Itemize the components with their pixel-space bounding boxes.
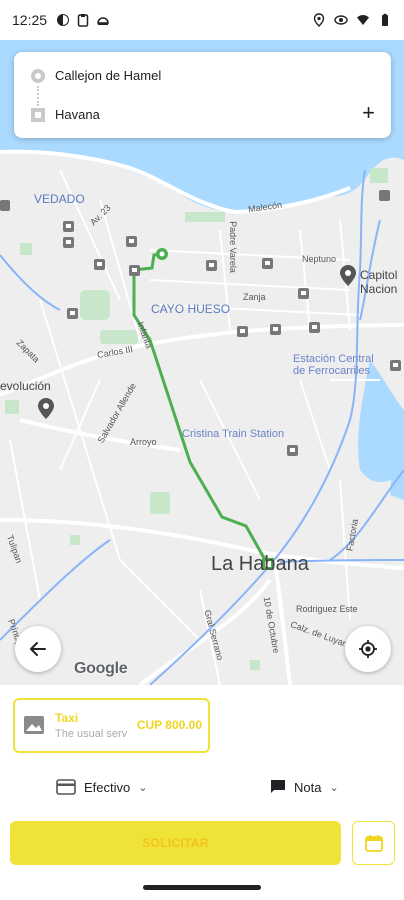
schedule-button[interactable] bbox=[352, 821, 395, 865]
note-select[interactable]: Nota ⌄ bbox=[270, 779, 339, 795]
google-logo: Google bbox=[74, 660, 128, 677]
payment-method-select[interactable]: Efectivo ⌄ bbox=[56, 779, 147, 795]
my-location-button[interactable] bbox=[345, 626, 391, 672]
bottom-panel: Taxi The usual service CUP 800.00 Efecti… bbox=[0, 685, 404, 900]
map-label-zanja: Zanja bbox=[243, 292, 266, 302]
origin-input[interactable]: Callejon de Hamel bbox=[55, 68, 161, 83]
payment-row: Efectivo ⌄ Nota ⌄ bbox=[0, 779, 404, 803]
payment-method-label: Efectivo bbox=[84, 779, 131, 795]
map-label-cristina: Cristina Train Station bbox=[182, 428, 285, 440]
map-label-padre-varela: Padre Varela bbox=[227, 221, 238, 273]
add-stop-button[interactable]: + bbox=[362, 102, 375, 124]
app-icon bbox=[57, 14, 69, 26]
route-connector bbox=[37, 86, 39, 106]
comment-icon bbox=[271, 780, 285, 793]
crosshair-icon bbox=[359, 640, 377, 658]
chevron-down-icon: ⌄ bbox=[329, 781, 339, 794]
arrow-left-icon bbox=[30, 642, 46, 656]
map-label-la-habana: La Habana bbox=[211, 553, 309, 575]
map-label-rodriguez: Rodriguez Este bbox=[296, 604, 358, 614]
service-price: CUP 800.00 bbox=[136, 718, 202, 732]
origin-dot-icon bbox=[31, 69, 45, 83]
android-icon bbox=[97, 17, 109, 25]
map-label-estacion: Estación Central de Ferrocarriles bbox=[293, 353, 374, 377]
service-name: Taxi bbox=[55, 711, 79, 725]
wifi-icon bbox=[357, 15, 369, 25]
service-description: The usual service bbox=[55, 728, 127, 740]
destination-square-icon bbox=[31, 108, 45, 122]
clipboard-icon bbox=[77, 14, 89, 27]
map-label-arroyo: Arroyo bbox=[130, 437, 157, 447]
calendar-icon bbox=[364, 835, 383, 852]
battery-icon bbox=[382, 13, 388, 26]
home-indicator[interactable] bbox=[143, 885, 261, 890]
map-label-vedado: VEDADO bbox=[34, 192, 85, 206]
map-label-capitolio: Capitol Nacion bbox=[360, 268, 398, 296]
chevron-down-icon: ⌄ bbox=[138, 781, 148, 794]
map-label-neptuno: Neptuno bbox=[302, 254, 337, 264]
location-icon bbox=[313, 13, 325, 27]
status-bar: 12:25 bbox=[0, 0, 404, 40]
request-ride-label: SOLICITAR bbox=[142, 836, 209, 850]
map-label-cayo-hueso: CAYO HUESO bbox=[151, 302, 231, 316]
status-time: 12:25 bbox=[12, 12, 48, 28]
service-card-taxi[interactable]: Taxi The usual service CUP 800.00 bbox=[13, 698, 210, 753]
status-right-icons bbox=[312, 13, 392, 27]
credit-card-icon bbox=[56, 779, 76, 795]
back-button[interactable] bbox=[15, 626, 61, 672]
note-label: Nota bbox=[294, 779, 322, 795]
eye-icon bbox=[334, 15, 348, 25]
status-left-icons bbox=[56, 13, 110, 27]
map-label-revolucion: evolución bbox=[0, 379, 51, 393]
request-ride-button[interactable]: SOLICITAR bbox=[10, 821, 341, 865]
image-placeholder-icon bbox=[24, 716, 44, 734]
destination-input[interactable]: Havana bbox=[55, 107, 100, 122]
route-card: Callejon de Hamel Havana + bbox=[14, 52, 391, 138]
